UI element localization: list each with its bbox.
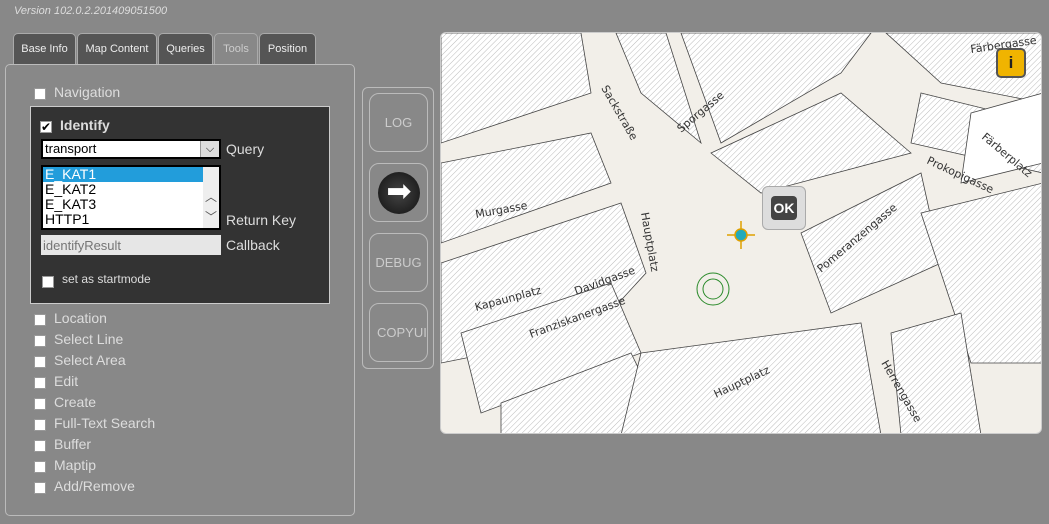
tool-label: Location [54, 310, 107, 326]
navigation-label: Navigation [54, 84, 121, 100]
callback-input[interactable] [41, 235, 221, 255]
return-key-label: Return Key [226, 212, 297, 228]
side-toolbar: LOG ➡ DEBUG COPYUI [362, 87, 434, 369]
tool-label: Buffer [54, 436, 92, 452]
query-value: transport [45, 141, 97, 156]
map-view[interactable]: Färbergasse Sackstraße Sporgasse Färberp… [440, 32, 1042, 434]
return-key-list[interactable]: E_KAT1 E_KAT2 E_KAT3 HTTP1 ︿ ﹀ [41, 165, 221, 230]
identify-checkbox[interactable]: ✔ [40, 121, 52, 133]
navigation-checkbox[interactable] [34, 88, 46, 100]
identify-label: Identify [60, 117, 110, 133]
arrow-right-icon: ➡ [378, 172, 420, 214]
tool-checkbox[interactable] [34, 377, 46, 389]
tab-tools[interactable]: Tools [214, 33, 258, 64]
chevron-down-icon[interactable]: ⌵ [200, 141, 219, 157]
tab-map-content[interactable]: Map Content [77, 33, 157, 64]
callback-label: Callback [226, 237, 280, 253]
copyui-button[interactable]: COPYUI [369, 303, 428, 362]
query-select[interactable]: transport ⌵ [41, 139, 221, 159]
tool-checkbox[interactable] [34, 335, 46, 347]
startmode-label: set as startmode [62, 272, 151, 286]
query-label: Query [226, 141, 265, 157]
tool-label: Full-Text Search [54, 415, 156, 431]
arrow-button[interactable]: ➡ [369, 163, 428, 222]
identify-box: ✔ Identify transport ⌵ Query E_KAT1 E_KA… [30, 106, 330, 304]
tool-checkbox[interactable] [34, 356, 46, 368]
tool-label: Select Area [54, 352, 126, 368]
ok-button[interactable]: OK [762, 186, 806, 230]
ok-label: OK [771, 196, 797, 220]
tab-queries[interactable]: Queries [158, 33, 213, 64]
crosshair-icon [727, 221, 755, 249]
list-item[interactable]: E_KAT3 [43, 197, 219, 212]
list-scrollbar[interactable]: ︿ ﹀ [203, 167, 219, 228]
tool-label: Maptip [54, 457, 97, 473]
tool-checkbox[interactable] [34, 314, 46, 326]
log-button[interactable]: LOG [369, 93, 428, 152]
tab-position[interactable]: Position [259, 33, 316, 64]
list-item[interactable]: E_KAT1 [43, 167, 203, 182]
tool-checkbox[interactable] [34, 398, 46, 410]
tool-checkbox[interactable] [34, 461, 46, 473]
tool-checkbox[interactable] [34, 440, 46, 452]
tab-base-info[interactable]: Base Info [13, 33, 76, 64]
info-button[interactable]: i [996, 48, 1026, 78]
tool-checkbox[interactable] [34, 419, 46, 431]
startmode-checkbox[interactable] [42, 276, 54, 288]
version-label: Version 102.0.2.201409051500 [14, 5, 168, 17]
list-item[interactable]: HTTP1 [43, 212, 219, 227]
tool-checkbox[interactable] [34, 482, 46, 494]
list-item[interactable]: E_KAT2 [43, 182, 219, 197]
tool-label: Add/Remove [54, 478, 135, 494]
street-label: Sackstraße [598, 83, 640, 143]
debug-button[interactable]: DEBUG [369, 233, 428, 292]
tool-label: Edit [54, 373, 79, 389]
map-canvas: Färbergasse Sackstraße Sporgasse Färberp… [441, 33, 1041, 433]
tool-label: Create [54, 394, 97, 410]
tool-label: Select Line [54, 331, 124, 347]
